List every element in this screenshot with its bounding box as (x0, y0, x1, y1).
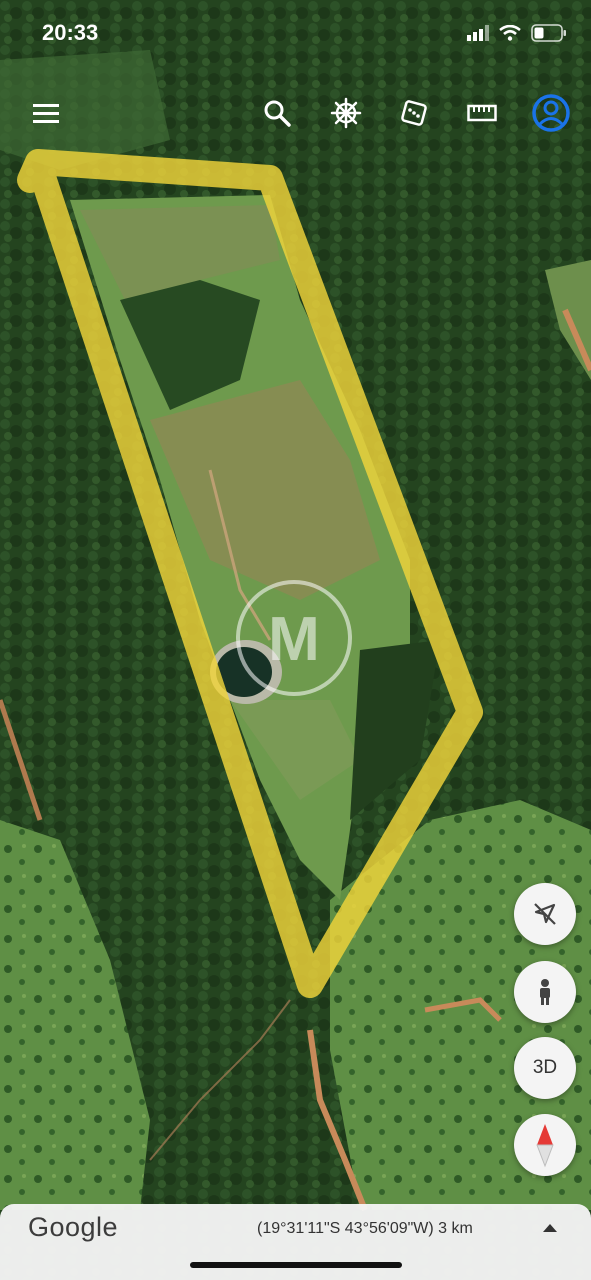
voyager-wheel-icon (330, 97, 362, 129)
ruler-icon (467, 104, 497, 122)
home-indicator[interactable] (190, 1262, 402, 1268)
pegman-icon (540, 979, 550, 1005)
account-icon (532, 94, 570, 132)
battery-icon (531, 24, 566, 42)
top-toolbar (0, 88, 591, 144)
search-button[interactable] (252, 88, 302, 138)
expand-up-icon[interactable] (540, 1220, 560, 1236)
signal-icon (467, 25, 489, 41)
svg-text:M: M (268, 605, 320, 674)
3d-label: 3D (532, 1057, 558, 1078)
compass-icon (536, 1124, 554, 1168)
account-button[interactable] (526, 88, 576, 138)
voyager-button[interactable] (321, 88, 371, 138)
menu-icon (33, 104, 59, 123)
google-logo: Google (28, 1212, 119, 1242)
location-off-icon (534, 903, 556, 925)
dice-icon (401, 100, 427, 126)
status-icons (467, 24, 567, 42)
street-view-button[interactable] (514, 961, 576, 1023)
feeling-lucky-button[interactable] (389, 88, 439, 138)
3d-toggle-button[interactable]: 3D (514, 1037, 576, 1099)
satellite-map[interactable]: M (0, 0, 591, 1280)
status-time: 20:33 (42, 20, 99, 45)
bottom-bar: Google (19°31'11"S 43°56'09"W) 3 km (0, 1204, 591, 1280)
menu-button[interactable] (21, 88, 71, 138)
coordinates-text: (19°31'11"S 43°56'09"W) 3 km (257, 1220, 473, 1237)
measure-button[interactable] (457, 88, 507, 138)
search-icon (264, 100, 291, 127)
status-bar: 20:33 (0, 0, 591, 70)
location-button[interactable] (514, 883, 576, 945)
wifi-icon (499, 25, 521, 41)
compass-button[interactable] (514, 1114, 576, 1176)
